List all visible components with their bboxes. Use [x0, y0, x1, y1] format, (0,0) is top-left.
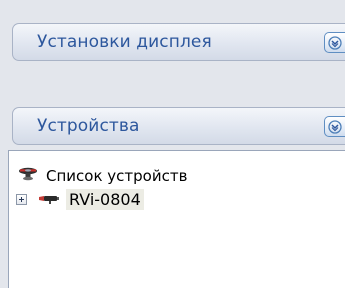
- tree-root-label: Список устройств: [46, 167, 188, 185]
- section-header-devices[interactable]: Устройства: [12, 107, 345, 145]
- device-tree[interactable]: Список устройств RVi-0804: [8, 150, 345, 288]
- camera-icon: [38, 190, 60, 209]
- section-header-display-settings[interactable]: Установки дисплея: [12, 23, 345, 61]
- device-label: RVi-0804: [66, 188, 144, 210]
- chevron-down-icon[interactable]: [324, 116, 345, 137]
- tree-root-item[interactable]: Список устройств: [18, 165, 187, 187]
- section-title-display-settings: Установки дисплея: [37, 32, 212, 52]
- side-panel: Установки дисплея Устройства Список устр…: [0, 0, 345, 288]
- tree-item-device[interactable]: RVi-0804: [16, 188, 144, 210]
- device-list-icon: [18, 166, 38, 186]
- chevron-down-icon[interactable]: [324, 32, 345, 53]
- expand-plus-icon[interactable]: [16, 193, 27, 205]
- section-title-devices: Устройства: [37, 116, 140, 136]
